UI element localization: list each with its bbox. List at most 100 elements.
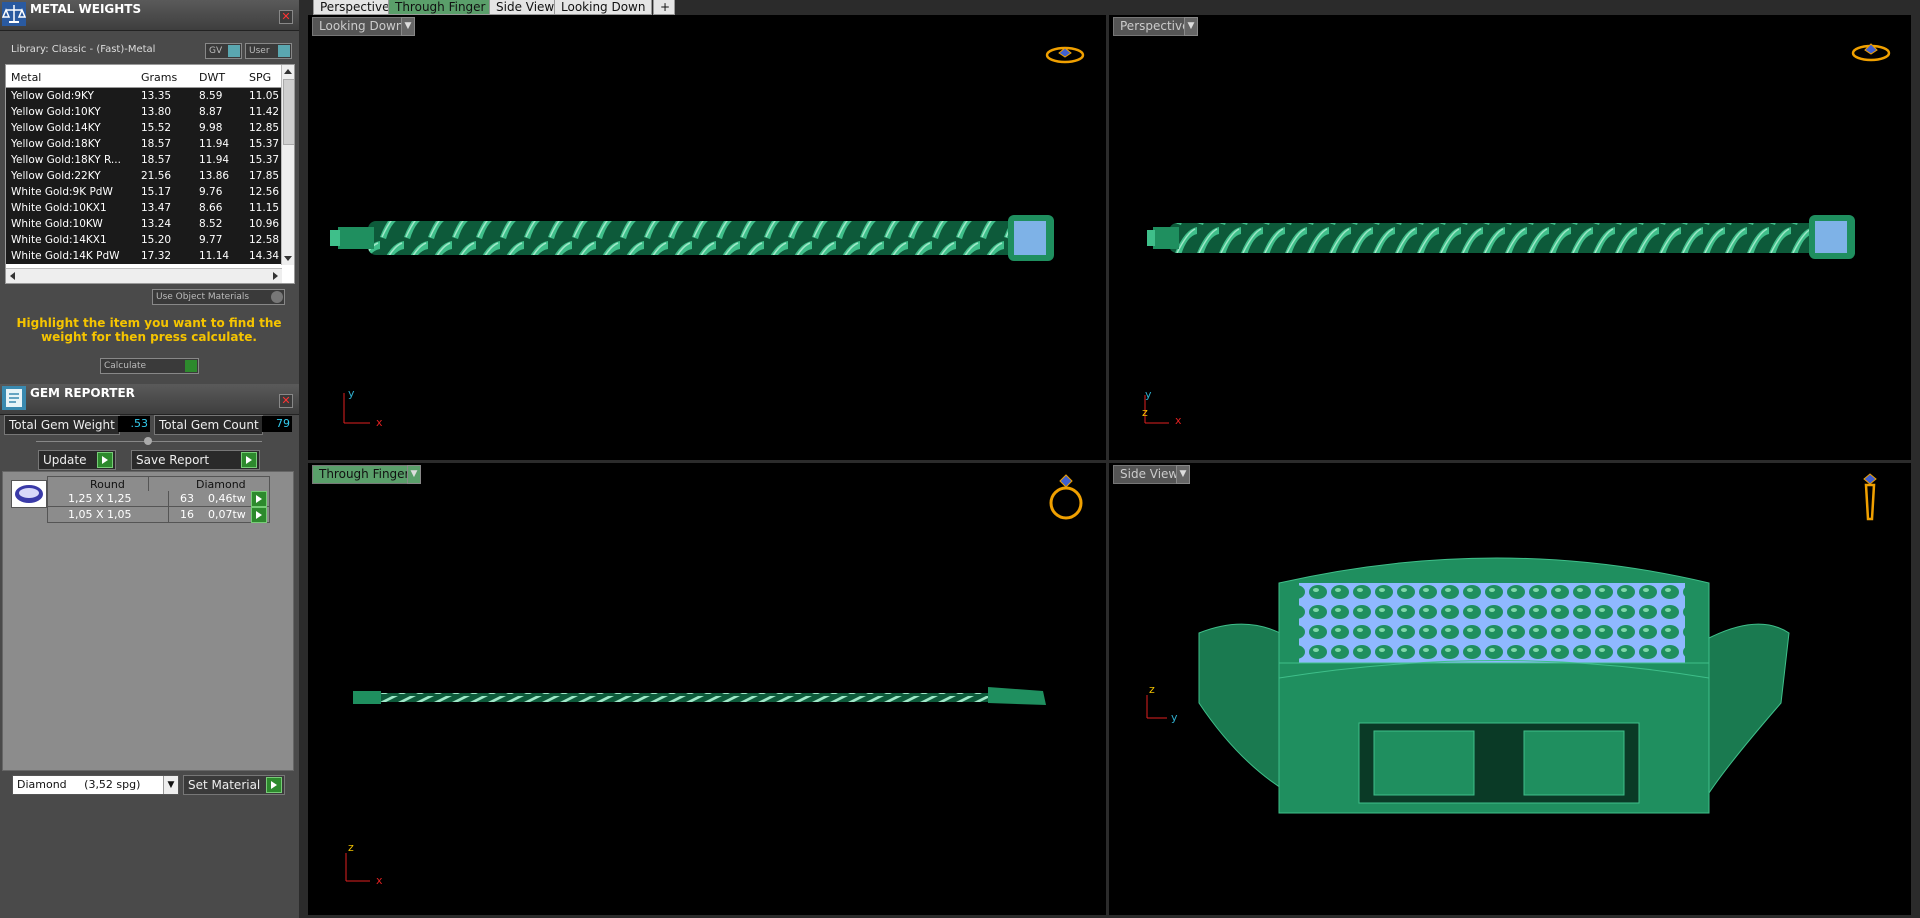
tab-side-view[interactable]: Side View xyxy=(489,0,562,15)
use-object-materials-label: Use Object Materials xyxy=(156,292,250,302)
use-object-materials-toggle[interactable]: Use Object Materials xyxy=(152,289,285,305)
close-icon[interactable]: ✕ xyxy=(279,10,293,24)
table-row[interactable]: Yellow Gold:9KY 13.35 8.59 11.05 xyxy=(6,88,282,104)
calculate-button[interactable]: Calculate xyxy=(100,358,199,374)
user-toggle-knob xyxy=(278,45,290,57)
col-metal[interactable]: Metal xyxy=(11,71,41,84)
table-cell: 17.32 xyxy=(141,250,172,262)
save-report-button[interactable]: Save Report xyxy=(131,450,260,470)
tab-looking-down[interactable]: Looking Down xyxy=(554,0,653,15)
gem-totals-row: Total Gem Weight .53 Total Gem Count 79 xyxy=(4,415,294,435)
table-row[interactable]: White Gold:10KX1 13.47 8.66 11.15 xyxy=(6,200,282,216)
horizontal-scrollbar[interactable] xyxy=(6,268,282,283)
table-cell: Yellow Gold:18KY R... xyxy=(11,154,121,166)
add-tab-button[interactable]: + xyxy=(653,0,675,15)
table-row[interactable]: White Gold:9K PdW 15.17 9.76 12.56 xyxy=(6,184,282,200)
gem-size: 1,05 X 1,05 xyxy=(68,508,132,521)
table-cell: 9.77 xyxy=(199,234,223,246)
table-cell: 8.59 xyxy=(199,90,223,102)
table-row[interactable]: White Gold:10KW 13.24 8.52 10.96 xyxy=(6,216,282,232)
table-cell: White Gold:14KX1 xyxy=(11,234,107,246)
table-cell: 11.94 xyxy=(199,154,230,166)
table-row[interactable]: Yellow Gold:22KY 21.56 13.86 17.85 xyxy=(6,168,282,184)
viewport-through-finger[interactable]: Through Finger ▼ z x xyxy=(308,463,1106,915)
row-divider xyxy=(168,507,169,522)
calculate-arrow-icon xyxy=(185,360,197,372)
gem-size: 1,25 X 1,25 xyxy=(68,492,132,505)
table-row[interactable]: Yellow Gold:14KY 15.52 9.98 12.85 xyxy=(6,120,282,136)
table-row[interactable]: Yellow Gold:18KY R... 18.57 11.94 15.37 xyxy=(6,152,282,168)
gem-list-header: Round Diamond xyxy=(47,476,270,492)
scroll-down-icon[interactable] xyxy=(284,256,292,261)
table-cell: 8.52 xyxy=(199,218,223,230)
material-select[interactable]: Diamond (3,52 spg) ▼ xyxy=(12,775,179,795)
update-button[interactable]: Update xyxy=(38,450,116,470)
table-cell: 13.47 xyxy=(141,202,172,214)
gem-count: 16 xyxy=(180,508,194,521)
total-gem-weight-value: .53 xyxy=(118,416,150,432)
splitter-handle[interactable] xyxy=(144,437,152,445)
tab-perspective[interactable]: Perspective xyxy=(313,0,397,15)
gem-thumbnail[interactable] xyxy=(11,480,47,508)
metal-weights-titlebar: METAL WEIGHTS ✕ xyxy=(0,0,299,31)
left-panel: METAL WEIGHTS ✕ Library: Classic - (Fast… xyxy=(0,0,299,918)
update-arrow-icon xyxy=(97,452,113,468)
table-cell: Yellow Gold:22KY xyxy=(11,170,101,182)
gem-arrow-icon[interactable] xyxy=(251,507,267,523)
table-cell: 12.56 xyxy=(249,186,280,198)
gem-arrow-icon[interactable] xyxy=(251,491,267,507)
hint-text: Highlight the item you want to find the … xyxy=(16,316,282,344)
set-material-button[interactable]: Set Material xyxy=(183,775,285,795)
metal-weights-title: METAL WEIGHTS xyxy=(30,2,142,16)
total-gem-count-value: 79 xyxy=(262,416,292,432)
table-cell: 10.96 xyxy=(249,218,280,230)
bracelet-perspective-view xyxy=(1144,215,1855,424)
viewport-perspective[interactable]: Perspective ▼ y z x xyxy=(1109,15,1911,460)
calculate-label: Calculate xyxy=(104,361,147,371)
chevron-down-icon[interactable]: ▼ xyxy=(163,776,178,794)
col-grams[interactable]: Grams xyxy=(141,71,177,84)
scroll-right-icon[interactable] xyxy=(273,272,278,280)
table-cell: 11.42 xyxy=(249,106,280,118)
list-item[interactable]: 1,25 X 1,25 63 0,46tw xyxy=(47,491,270,507)
table-cell: 13.86 xyxy=(199,170,230,182)
axis-y-label: y xyxy=(1171,711,1178,724)
table-header: Metal Grams DWT SPG xyxy=(6,65,282,88)
gv-toggle-label: GV xyxy=(209,46,223,56)
scroll-left-icon[interactable] xyxy=(10,272,15,280)
table-row[interactable]: White Gold:14K PdW 17.32 11.14 14.34 xyxy=(6,248,282,264)
set-material-label: Set Material xyxy=(188,778,261,792)
close-icon[interactable]: ✕ xyxy=(279,394,293,408)
table-row[interactable]: White Gold:14KX1 15.20 9.77 12.58 xyxy=(6,232,282,248)
user-toggle[interactable]: User xyxy=(245,43,292,59)
vertical-scrollbar[interactable] xyxy=(281,65,294,265)
table-row[interactable]: Yellow Gold:18KY 18.57 11.94 15.37 xyxy=(6,136,282,152)
tab-through-finger[interactable]: Through Finger xyxy=(388,0,493,15)
gv-toggle-knob xyxy=(228,45,240,57)
list-item[interactable]: 1,05 X 1,05 16 0,07tw xyxy=(47,507,270,523)
table-cell: 11.15 xyxy=(249,202,280,214)
user-toggle-label: User xyxy=(249,46,270,56)
table-cell: 13.80 xyxy=(141,106,172,118)
scroll-thumb[interactable] xyxy=(283,79,294,145)
table-cell: 15.37 xyxy=(249,154,280,166)
table-cell: 11.94 xyxy=(199,138,230,150)
col-spg[interactable]: SPG xyxy=(249,71,271,84)
table-cell: Yellow Gold:9KY xyxy=(11,90,94,102)
table-cell: Yellow Gold:18KY xyxy=(11,138,101,150)
table-cell: 21.56 xyxy=(141,170,172,182)
table-cell: 14.34 xyxy=(249,250,280,262)
axis-x-label: x xyxy=(1175,414,1182,427)
bracelet-top-view xyxy=(330,215,1054,424)
viewport-side-view[interactable]: Side View ▼ z y xyxy=(1109,463,1911,915)
axis-z-label: z xyxy=(1142,406,1148,419)
col-dwt[interactable]: DWT xyxy=(199,71,225,84)
material-select-value: Diamond (3,52 spg) xyxy=(17,778,141,791)
table-row[interactable]: Yellow Gold:10KY 13.80 8.87 11.42 xyxy=(6,104,282,120)
table-cell: 9.76 xyxy=(199,186,223,198)
gv-toggle[interactable]: GV xyxy=(205,43,242,59)
metal-weights-table[interactable]: Metal Grams DWT SPG Yellow Gold:9KY 13.35… xyxy=(5,64,295,284)
scroll-up-icon[interactable] xyxy=(284,69,292,74)
table-cell: 15.20 xyxy=(141,234,172,246)
viewport-looking-down[interactable]: Looking Down ▼ y x xyxy=(308,15,1106,460)
